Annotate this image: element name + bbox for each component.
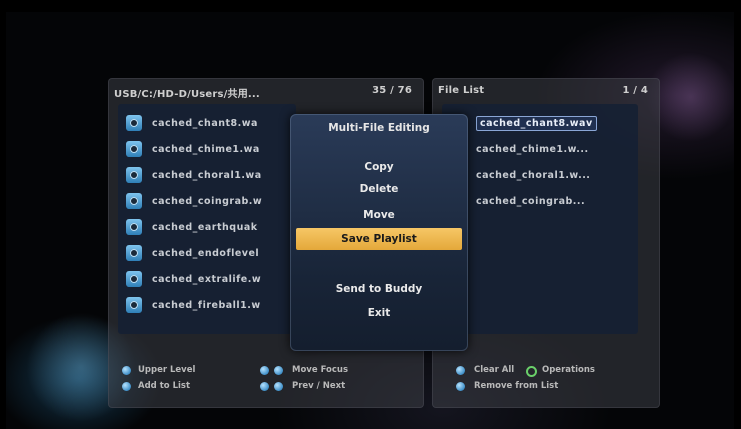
hint-operations: Operations (542, 365, 595, 375)
menu-title: Multi-File Editing (328, 122, 430, 134)
file-row[interactable]: cached_coingrab... (442, 188, 638, 214)
browser-header: USB/C:/HD-D/Users/共用... 35 / 76 (108, 78, 424, 102)
file-row[interactable]: cached_choral1.w... (442, 162, 638, 188)
selected-files-list: cached_chant8.wav cached_chime1.w... cac… (442, 104, 638, 334)
file-list-header: File List 1 / 4 (432, 78, 660, 102)
current-path: USB/C:/HD-D/Users/共用... (114, 89, 260, 100)
right-arrow-key-icon (274, 366, 283, 375)
hint-prev-next: Prev / Next (292, 381, 346, 391)
file-name: cached_choral1.w... (476, 169, 591, 181)
file-row[interactable]: cached_chime1.w... (442, 136, 638, 162)
file-name: cached_coingrab... (476, 195, 586, 207)
remove-key-icon (456, 382, 465, 391)
audio-file-icon (126, 297, 142, 313)
audio-file-icon (126, 115, 142, 131)
file-name: cached_chant8.wa (152, 117, 258, 129)
file-name: cached_fireball1.w (152, 299, 261, 311)
file-row[interactable]: cached_extralife.w (118, 266, 296, 292)
file-name: cached_endoflevel (152, 247, 260, 259)
file-list-title: File List (438, 85, 485, 96)
file-list-counter: 1 / 4 (622, 85, 648, 96)
file-name: cached_chant8.wav (476, 115, 597, 131)
tv-screen: USB/C:/HD-D/Users/共用... 35 / 76 cached_c… (6, 12, 734, 429)
prev-key-icon (260, 382, 269, 391)
hint-upper-level: Upper Level (138, 365, 196, 375)
next-key-icon (274, 382, 283, 391)
left-arrow-key-icon (260, 366, 269, 375)
audio-file-icon (126, 271, 142, 287)
audio-file-icon (126, 245, 142, 261)
file-name: cached_chime1.wa (152, 143, 260, 155)
file-row[interactable]: cached_choral1.wa (118, 162, 296, 188)
hint-remove-from-list: Remove from List (474, 381, 559, 391)
file-row[interactable]: cached_chant8.wa (118, 110, 296, 136)
audio-file-icon (126, 193, 142, 209)
menu-item-move[interactable]: Move (296, 204, 462, 226)
file-list: cached_chant8.wa cached_chime1.wa cached… (118, 104, 296, 334)
audio-file-icon (126, 141, 142, 157)
clear-key-icon (456, 366, 465, 375)
file-row[interactable]: cached_earthquak (118, 214, 296, 240)
file-row-focused[interactable]: cached_chant8.wav (442, 110, 638, 136)
operations-key-icon (526, 366, 537, 377)
menu-item-delete[interactable]: Delete (296, 178, 462, 200)
menu-item-copy[interactable]: Copy (296, 156, 462, 178)
file-name: cached_choral1.wa (152, 169, 262, 181)
multi-file-editing-menu: Multi-File Editing Copy Delete Move Save… (290, 114, 468, 351)
hint-add-to-list: Add to List (138, 381, 191, 391)
hint-move-focus: Move Focus (292, 365, 349, 375)
file-row[interactable]: cached_coingrab.w (118, 188, 296, 214)
file-row[interactable]: cached_chime1.wa (118, 136, 296, 162)
audio-file-icon (126, 219, 142, 235)
audio-file-icon (126, 167, 142, 183)
hint-clear-all: Clear All (474, 365, 515, 375)
back-key-icon (122, 366, 131, 375)
file-name: cached_extralife.w (152, 273, 262, 285)
file-name: cached_chime1.w... (476, 143, 589, 155)
file-row[interactable]: cached_endoflevel (118, 240, 296, 266)
menu-item-exit[interactable]: Exit (296, 302, 462, 324)
menu-item-send-to-buddy[interactable]: Send to Buddy (296, 278, 462, 300)
file-counter: 35 / 76 (372, 85, 412, 96)
file-name: cached_earthquak (152, 221, 258, 233)
add-key-icon (122, 382, 131, 391)
menu-item-save-playlist[interactable]: Save Playlist (296, 228, 462, 250)
file-row[interactable]: cached_fireball1.w (118, 292, 296, 318)
file-name: cached_coingrab.w (152, 195, 263, 207)
